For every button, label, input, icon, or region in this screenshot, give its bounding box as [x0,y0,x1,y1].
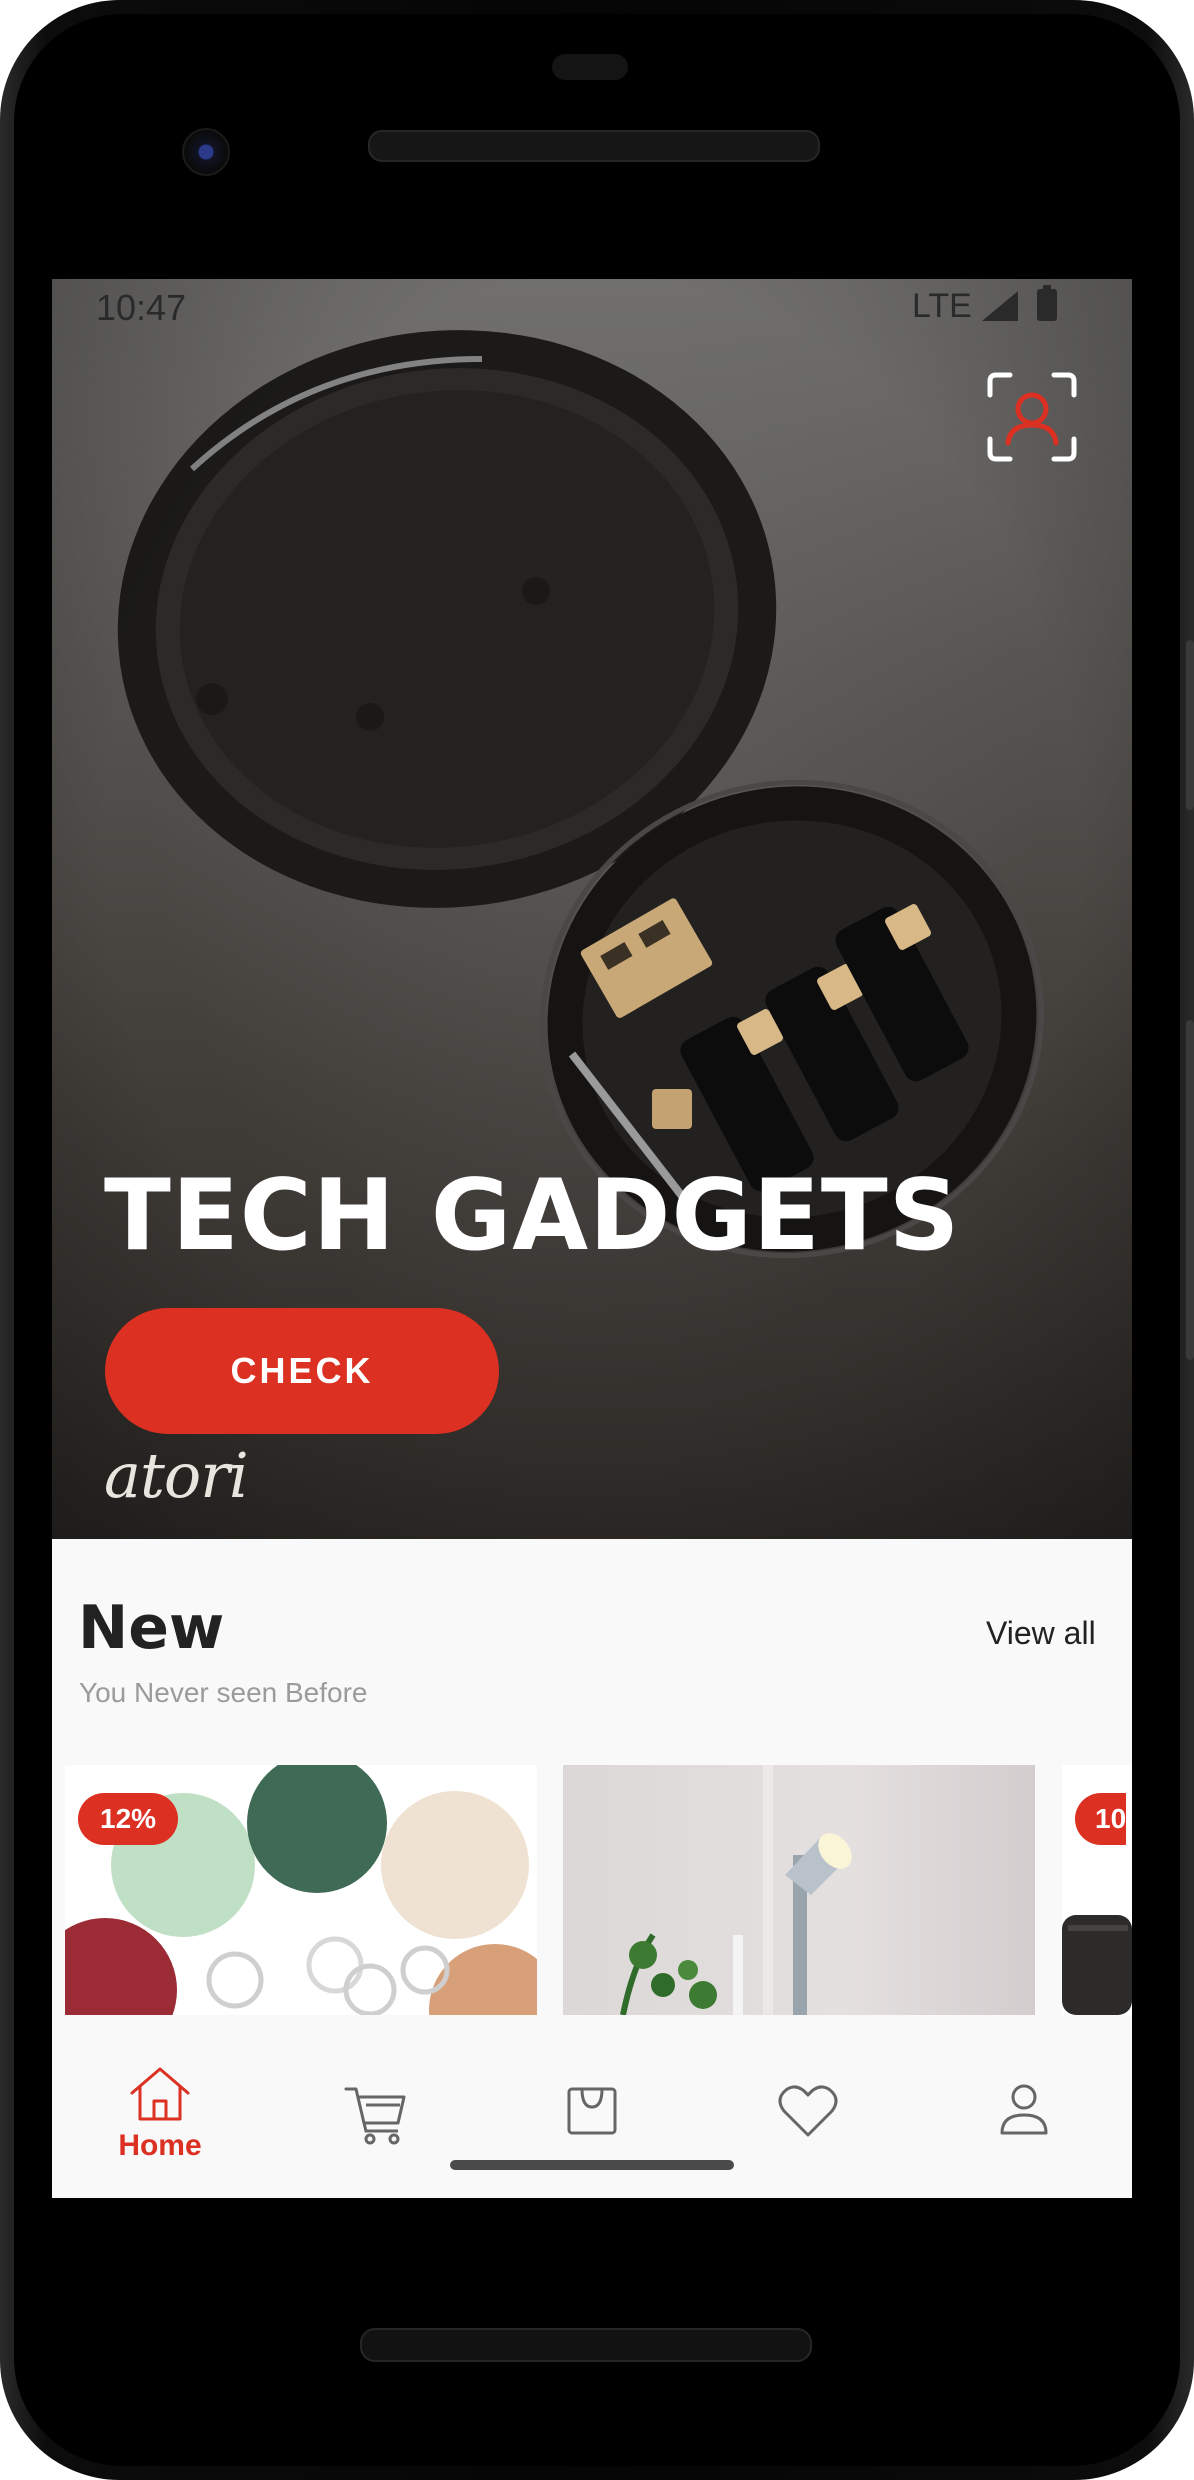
tab-home-label: Home [118,2129,202,2162]
brand-logo: atori [104,1439,249,1512]
earpiece-speaker [368,130,820,162]
status-time: 10:47 [96,287,187,328]
tab-favorites[interactable] [700,2015,916,2198]
app-screen: 10:47 LTE TECH GADGETS CHECK atori New Y… [52,279,1132,2198]
visual-search-button[interactable] [986,371,1078,463]
signal-icon [982,291,1018,321]
check-button[interactable]: CHECK [105,1308,499,1434]
product-card[interactable]: 12% [65,1765,537,2015]
status-bar: 10:47 LTE [52,279,1132,339]
phone-frame: 10:47 LTE TECH GADGETS CHECK atori New Y… [0,0,1194,2480]
product-card[interactable]: 10 [1062,1765,1132,2015]
hero-banner: 10:47 LTE TECH GADGETS CHECK atori [52,279,1132,1539]
battery-icon [1037,285,1057,321]
product-image [563,1765,1035,2015]
home-icon [130,2067,190,2121]
status-network: LTE [912,287,972,325]
section-subtitle: You Never seen Before [79,1677,368,1708]
bottom-tab-bar: Home [52,2015,1132,2198]
bag-icon [567,2087,617,2135]
discount-badge: 10 [1075,1793,1127,1845]
profile-icon [1000,2084,1048,2135]
tab-bag[interactable] [484,2015,700,2198]
home-indicator[interactable] [450,2160,734,2170]
hero-title: TECH GADGETS [104,1159,961,1273]
tab-profile[interactable] [916,2015,1132,2198]
tab-home[interactable]: Home [52,2015,268,2198]
scan-user-icon [987,372,1077,462]
volume-button [1186,1020,1194,1360]
bottom-speaker [360,2328,812,2362]
heart-icon [778,2085,838,2137]
proximity-sensor [552,54,628,80]
front-camera [182,128,230,176]
product-card[interactable] [563,1765,1035,2015]
cart-icon [344,2087,406,2145]
section-title: New [78,1593,225,1663]
tab-shop[interactable] [268,2015,484,2198]
discount-badge: 12% [78,1793,179,1845]
power-button [1186,640,1194,810]
view-all-link[interactable]: View all [986,1615,1096,1652]
